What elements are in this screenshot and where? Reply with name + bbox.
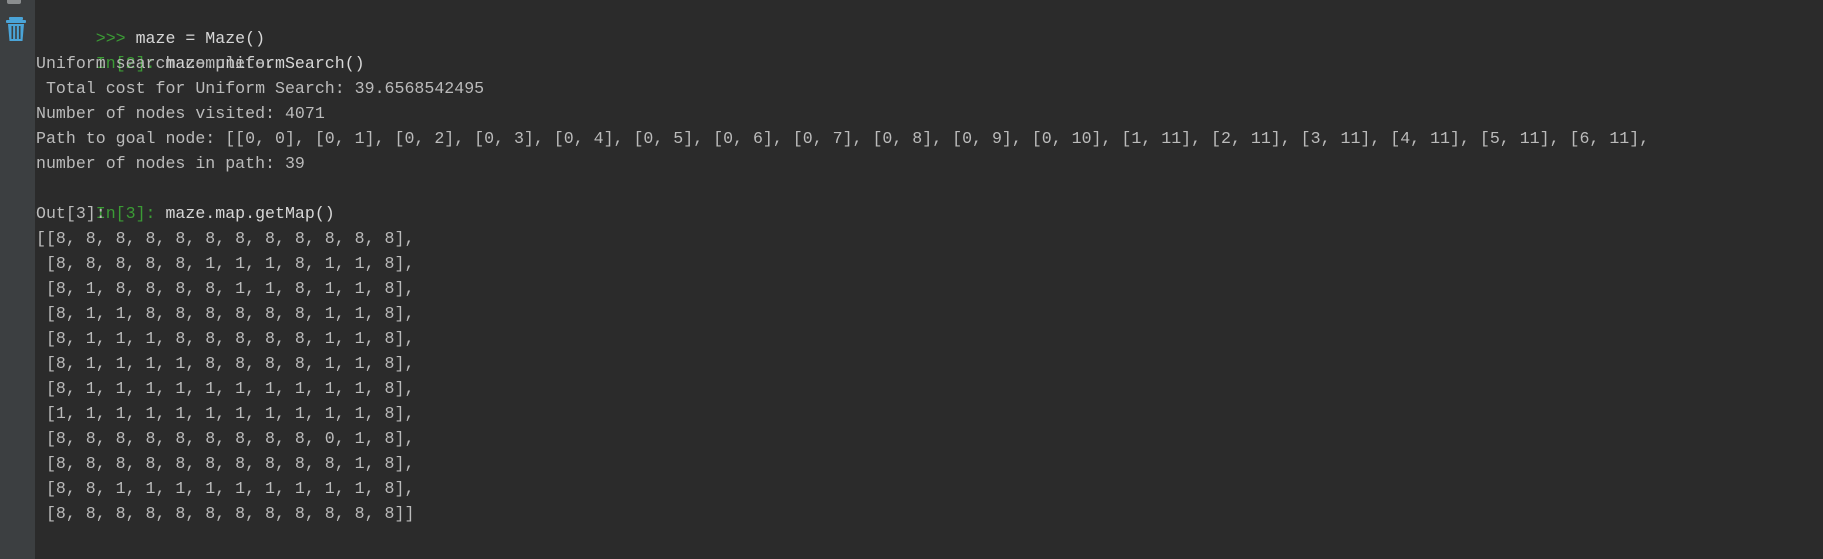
input-code: maze.map.getMap() <box>165 204 335 223</box>
console-line-output: Path to goal node: [[0, 0], [0, 1], [0, … <box>36 129 1650 148</box>
map-row: [8, 8, 1, 1, 1, 1, 1, 1, 1, 1, 1, 8], <box>36 479 415 498</box>
map-row: [8, 8, 8, 8, 8, 8, 8, 8, 8, 8, 1, 8], <box>36 454 415 473</box>
map-row: [8, 8, 8, 8, 8, 8, 8, 8, 8, 0, 1, 8], <box>36 429 415 448</box>
map-row: [8, 1, 1, 8, 8, 8, 8, 8, 8, 1, 1, 8], <box>36 304 415 323</box>
map-row: [8, 8, 8, 8, 8, 1, 1, 1, 8, 1, 1, 8], <box>36 254 415 273</box>
map-row: [8, 1, 8, 8, 8, 8, 1, 1, 8, 1, 1, 8], <box>36 279 415 298</box>
console-output[interactable]: >>> maze = Maze() In[2]: maze.uniformSea… <box>36 1 1823 559</box>
trash-icon[interactable] <box>4 16 28 42</box>
map-row: [8, 1, 1, 1, 1, 1, 1, 1, 1, 1, 1, 8], <box>36 379 415 398</box>
console-line-output: Number of nodes visited: 4071 <box>36 104 325 123</box>
console-line-input: >>> maze = Maze() <box>36 1 1823 48</box>
map-row: [[8, 8, 8, 8, 8, 8, 8, 8, 8, 8, 8, 8], <box>36 229 415 248</box>
map-row: [8, 1, 1, 1, 8, 8, 8, 8, 8, 1, 1, 8], <box>36 329 415 348</box>
toolbar-button-partial[interactable] <box>7 0 21 4</box>
console-line-output: number of nodes in path: 39 <box>36 154 305 173</box>
prompt-marker: >>> <box>95 29 136 48</box>
console-line-input: In[2]: maze.uniformSearch() <box>36 26 1823 73</box>
map-row: [1, 1, 1, 1, 1, 1, 1, 1, 1, 1, 1, 8], <box>36 404 415 423</box>
map-row: [8, 1, 1, 1, 1, 8, 8, 8, 8, 1, 1, 8], <box>36 354 415 373</box>
prompt-marker: In[3]: <box>95 204 166 223</box>
console-line-input: In[3]: maze.map.getMap() <box>36 176 1823 223</box>
console-line-output: Total cost for Uniform Search: 39.656854… <box>36 79 485 98</box>
input-code: maze = Maze() <box>135 29 266 48</box>
console-toolbar <box>0 0 35 559</box>
python-console-window: >>> maze = Maze() In[2]: maze.uniformSea… <box>0 0 1823 559</box>
map-row: [8, 8, 8, 8, 8, 8, 8, 8, 8, 8, 8, 8]] <box>36 504 415 523</box>
